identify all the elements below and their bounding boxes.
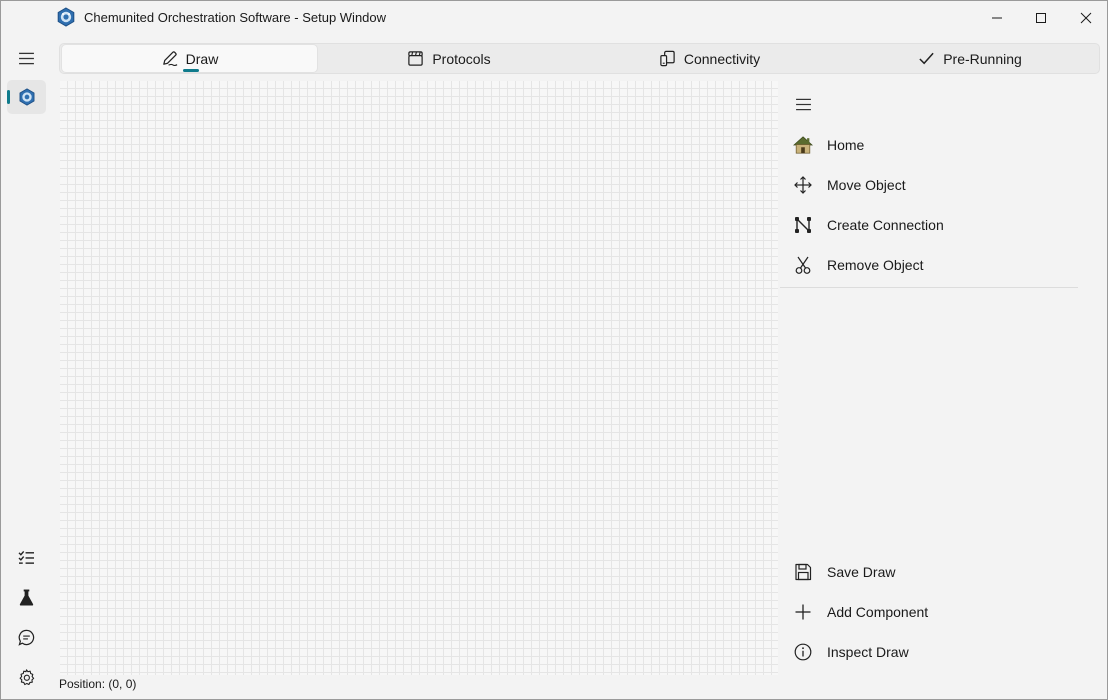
menu-item-home-label: Home	[827, 137, 865, 153]
close-icon	[1080, 12, 1092, 23]
menu-item-inspect-draw-label: Inspect Draw	[827, 644, 909, 660]
menu-item-add-component-label: Add Component	[827, 604, 929, 620]
menu-item-remove-object-label: Remove Object	[827, 257, 924, 273]
tab-connectivity-label: Connectivity	[683, 50, 761, 67]
nav-item-messages[interactable]	[9, 622, 43, 652]
selection-indicator	[7, 90, 10, 104]
nav-item-lab[interactable]	[9, 582, 43, 612]
tab-connectivity[interactable]: Connectivity	[580, 44, 839, 73]
checklist-icon	[18, 550, 34, 564]
menu-item-home[interactable]: Home	[788, 127, 1078, 163]
menu-item-create-connection[interactable]: Create Connection	[788, 207, 1078, 243]
menu-item-move-object[interactable]: Move Object	[788, 167, 1078, 203]
scissors-icon	[788, 255, 818, 275]
close-button[interactable]	[1063, 1, 1108, 34]
tab-bar: Draw Protocols Connectivity Pre-Running	[59, 43, 1100, 74]
chat-icon	[17, 629, 34, 646]
nav-item-setup[interactable]	[7, 80, 46, 114]
clapperboard-icon	[408, 51, 424, 66]
menu-item-inspect-draw[interactable]: Inspect Draw	[788, 634, 1078, 670]
menu-item-move-object-label: Move Object	[827, 177, 906, 193]
title-bar[interactable]: Chemunited Orchestration Software - Setu…	[1, 1, 1107, 34]
plus-icon	[788, 602, 818, 622]
maximize-button[interactable]	[1018, 1, 1064, 34]
tab-draw-label: Draw	[185, 50, 219, 67]
tab-pre-running[interactable]: Pre-Running	[841, 44, 1099, 73]
draw-canvas[interactable]	[60, 81, 778, 675]
menu-item-add-component[interactable]: Add Component	[788, 594, 1078, 630]
window-title: Chemunited Orchestration Software - Setu…	[84, 10, 387, 25]
menu-item-save-draw[interactable]: Save Draw	[788, 554, 1078, 590]
tab-pre-running-label: Pre-Running	[943, 50, 1022, 67]
nav-menu-button[interactable]	[9, 45, 43, 71]
menu-item-save-draw-label: Save Draw	[827, 564, 896, 580]
minimize-button[interactable]	[974, 1, 1020, 34]
cursor-position-readout: Position: (0, 0)	[59, 677, 137, 691]
flask-icon	[19, 589, 33, 605]
tab-draw[interactable]: Draw	[61, 44, 318, 73]
menu-item-create-connection-label: Create Connection	[827, 217, 944, 233]
maximize-icon	[1036, 12, 1046, 23]
tab-protocols-label: Protocols	[432, 50, 491, 67]
main-window: Chemunited Orchestration Software - Setu…	[0, 0, 1108, 700]
hamburger-icon	[18, 52, 34, 64]
info-icon	[788, 642, 818, 662]
side-menu-toggle[interactable]	[792, 94, 814, 114]
tab-protocols[interactable]: Protocols	[320, 44, 578, 73]
minimize-icon	[992, 17, 1002, 18]
app-logo-icon	[19, 88, 34, 106]
menu-item-remove-object[interactable]: Remove Object	[788, 247, 1078, 283]
tab-selected-indicator	[183, 69, 199, 72]
pen-icon	[162, 51, 178, 67]
app-logo-icon	[56, 7, 76, 27]
home-icon	[788, 135, 818, 155]
connection-icon	[788, 215, 818, 235]
save-icon	[788, 562, 818, 582]
nav-item-tasks[interactable]	[9, 542, 43, 572]
connectivity-icon	[660, 50, 675, 67]
gear-icon	[19, 668, 34, 685]
nav-item-settings[interactable]	[9, 662, 43, 692]
side-menu-divider	[780, 287, 1078, 288]
checkmark-icon	[919, 52, 934, 65]
move-icon	[788, 175, 818, 195]
hamburger-icon	[795, 98, 811, 110]
